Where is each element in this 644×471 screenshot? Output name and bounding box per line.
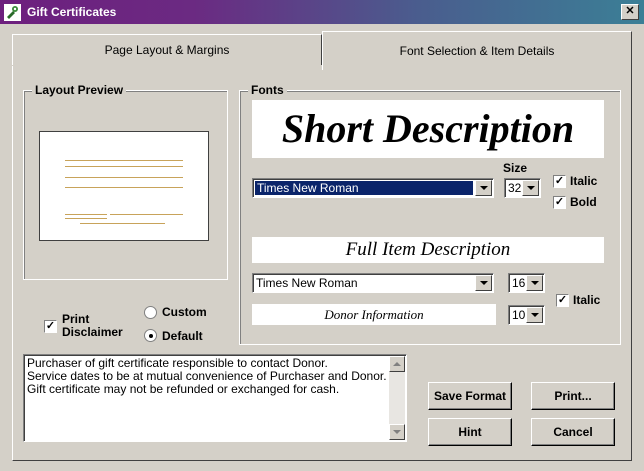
size-label: Size (503, 161, 528, 175)
disclaimer-textarea[interactable]: Purchaser of gift certificate responsibl… (23, 354, 407, 442)
full-description-size-select[interactable]: 16 (508, 273, 545, 293)
full-description-size-value: 16 (512, 276, 526, 290)
tab-font-selection[interactable]: Font Selection & Item Details (322, 31, 632, 70)
donor-size-select[interactable]: 10 (508, 305, 545, 325)
fonts-label: Fonts (248, 83, 287, 97)
preview-line (65, 187, 183, 188)
tab-font-selection-label: Font Selection & Item Details (399, 44, 555, 58)
full-description-italic-checkbox[interactable]: ✓ (556, 294, 569, 307)
close-icon: ✕ (625, 5, 635, 17)
custom-radio-label: Custom (162, 305, 207, 319)
hint-label: Hint (458, 425, 482, 439)
short-description-font-select[interactable]: Times New Roman (252, 178, 494, 198)
tab-page-layout[interactable]: Page Layout & Margins (12, 34, 322, 65)
disclaimer-scrollbar[interactable] (389, 356, 405, 440)
default-radio[interactable] (144, 329, 157, 342)
check-mark-icon: ✓ (45, 320, 56, 332)
layout-preview-paper (39, 131, 209, 241)
print-disclaimer-checkbox[interactable]: ✓ (44, 320, 57, 333)
save-format-button[interactable]: Save Format (428, 382, 512, 410)
cancel-label: Cancel (553, 425, 593, 439)
tab-page-layout-label: Page Layout & Margins (104, 43, 230, 57)
full-description-font-value: Times New Roman (256, 276, 358, 290)
print-disclaimer-label: Print Disclaimer (62, 312, 123, 339)
chevron-down-icon[interactable] (475, 275, 492, 291)
check-mark-icon: ✓ (557, 294, 568, 306)
print-label: Print... (554, 389, 592, 403)
preview-line (110, 214, 183, 215)
preview-line (65, 218, 107, 219)
chevron-down-icon[interactable] (522, 180, 539, 196)
short-description-bold-checkbox[interactable]: ✓ (553, 196, 566, 209)
chevron-down-icon[interactable] (475, 180, 492, 196)
save-format-label: Save Format (433, 389, 507, 403)
tab-page: Layout Preview Fonts Short Description S… (12, 66, 632, 461)
short-description-sample: Short Description (252, 100, 604, 158)
default-radio-label: Default (162, 329, 203, 343)
print-button[interactable]: Print... (531, 382, 615, 410)
short-description-italic-checkbox[interactable]: ✓ (553, 175, 566, 188)
custom-radio[interactable] (144, 306, 157, 319)
fonts-group: Fonts Short Description Size Times New R… (239, 83, 621, 345)
scroll-up-icon[interactable] (389, 356, 405, 372)
disclaimer-text: Purchaser of gift certificate responsibl… (27, 356, 387, 396)
app-icon (4, 4, 21, 21)
chevron-down-icon[interactable] (526, 307, 543, 323)
full-description-sample: Full Item Description (252, 237, 604, 263)
short-description-size-value: 32 (508, 181, 522, 195)
layout-preview-label: Layout Preview (32, 83, 127, 97)
short-description-italic-label: Italic (570, 174, 598, 188)
short-description-font-value: Times New Roman (255, 181, 473, 195)
window-title: Gift Certificates (27, 5, 117, 19)
donor-information-sample: Donor Information (252, 304, 496, 325)
layout-preview-group: Layout Preview (23, 83, 228, 280)
full-description-font-select[interactable]: Times New Roman (252, 273, 494, 293)
cancel-button[interactable]: Cancel (531, 418, 615, 446)
check-mark-icon: ✓ (554, 196, 565, 208)
scroll-down-icon[interactable] (389, 424, 405, 440)
chevron-down-icon[interactable] (526, 275, 543, 291)
donor-size-value: 10 (512, 308, 526, 322)
preview-line (80, 223, 165, 224)
check-mark-icon: ✓ (554, 175, 565, 187)
gift-certificates-window: Gift Certificates ✕ Page Layout & Margin… (0, 0, 644, 471)
preview-line (65, 177, 183, 178)
close-button[interactable]: ✕ (621, 4, 639, 20)
preview-line (65, 166, 183, 167)
hint-button[interactable]: Hint (428, 418, 512, 446)
full-description-italic-label: Italic (573, 293, 601, 307)
preview-line (65, 214, 107, 215)
short-description-bold-label: Bold (570, 195, 597, 209)
title-bar[interactable]: Gift Certificates ✕ (0, 0, 644, 24)
short-description-size-select[interactable]: 32 (504, 178, 541, 198)
preview-line (65, 160, 183, 161)
